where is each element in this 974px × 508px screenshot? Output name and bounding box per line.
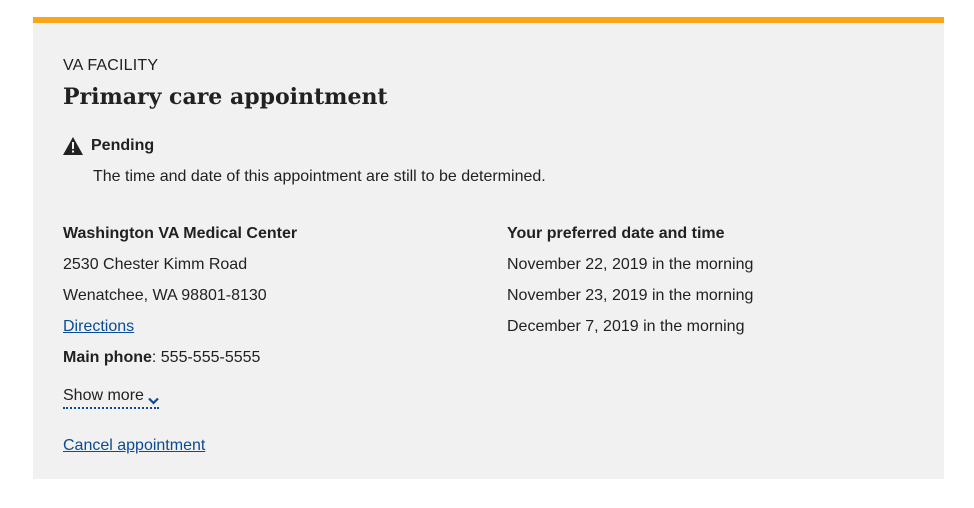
preferred-dates: Your preferred date and time November 22… bbox=[507, 218, 753, 342]
status-label: Pending bbox=[91, 137, 155, 154]
appointment-card: VA FACILITY Primary care appointment Pen… bbox=[33, 17, 944, 479]
warning-triangle-icon bbox=[63, 137, 83, 155]
main-phone: Main phone: 555-555-5555 bbox=[63, 342, 297, 373]
facility-address-line1: 2530 Chester Kimm Road bbox=[63, 256, 248, 273]
cancel-appointment-link[interactable]: Cancel appointment bbox=[63, 437, 205, 454]
facility-details: Washington VA Medical Center 2530 Cheste… bbox=[63, 218, 297, 373]
status-description: The time and date of this appointment ar… bbox=[93, 168, 546, 185]
chevron-down-icon bbox=[148, 392, 159, 405]
preferred-heading: Your preferred date and time bbox=[507, 225, 725, 242]
main-phone-value: : 555-555-5555 bbox=[151, 349, 261, 366]
facility-name: Washington VA Medical Center bbox=[63, 225, 298, 242]
preferred-date-item: November 23, 2019 in the morning bbox=[507, 287, 754, 304]
preferred-date-item: December 7, 2019 in the morning bbox=[507, 318, 745, 335]
directions-link[interactable]: Directions bbox=[63, 318, 134, 335]
appointment-title: Primary care appointment bbox=[63, 84, 388, 110]
preferred-date-item: November 22, 2019 in the morning bbox=[507, 256, 754, 273]
show-more-button[interactable]: Show more bbox=[63, 387, 159, 409]
status-row: Pending bbox=[63, 137, 154, 155]
main-phone-label: Main phone bbox=[63, 349, 152, 366]
facility-type-label: VA FACILITY bbox=[63, 57, 159, 74]
show-more-label: Show more bbox=[63, 387, 144, 404]
facility-address-line2: Wenatchee, WA 98801-8130 bbox=[63, 287, 267, 304]
